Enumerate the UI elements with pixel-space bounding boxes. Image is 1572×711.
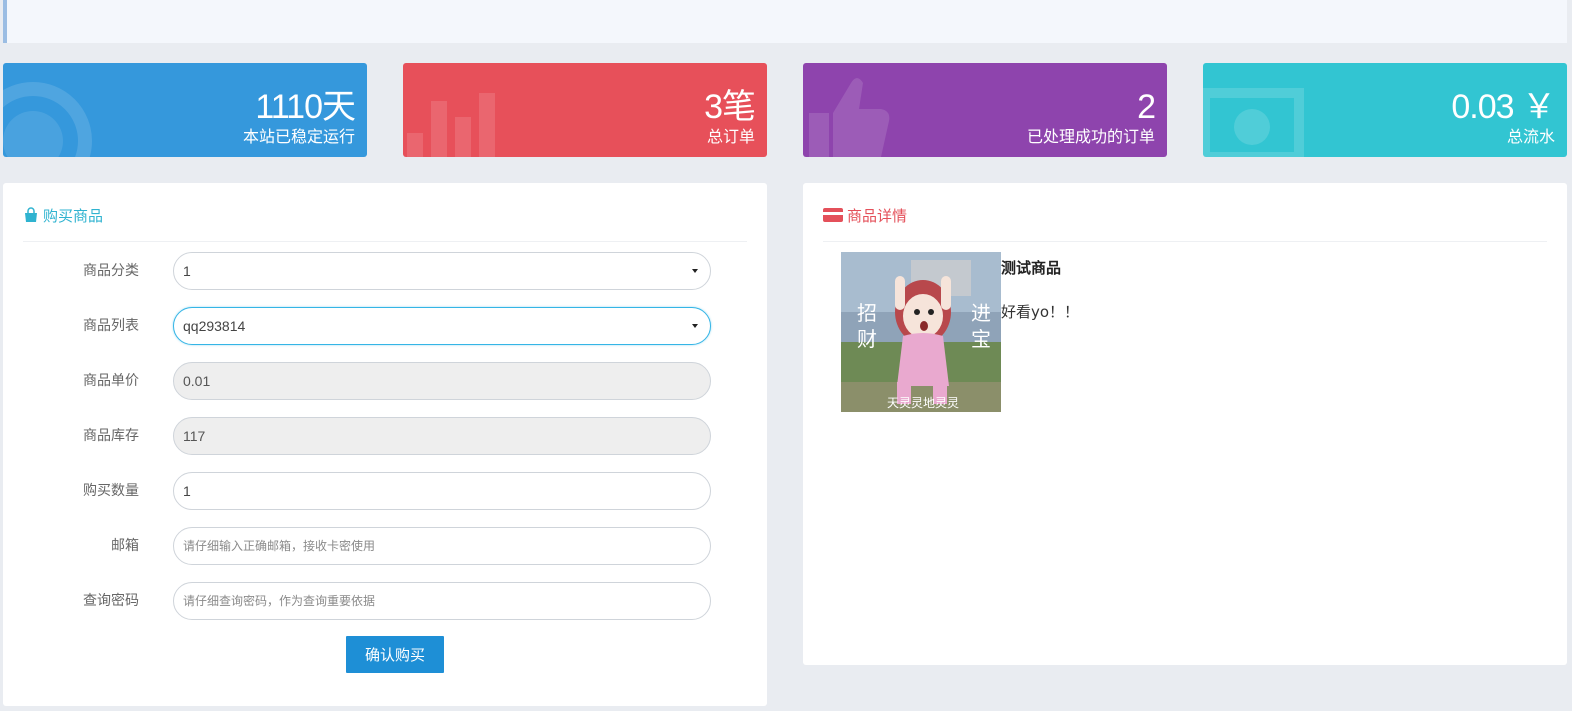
stat-value: 0.03 ￥ — [1451, 88, 1556, 126]
product-name: 测试商品 — [1001, 259, 1062, 277]
stat-card-revenue: 0.03 ￥ 总流水 — [1203, 63, 1567, 157]
image-text-right-1: 进 — [971, 301, 991, 325]
category-label: 商品分类 — [83, 263, 139, 279]
password-input[interactable]: 请仔细查询密码，作为查询重要依据 — [173, 582, 711, 620]
category-select[interactable]: 1 — [173, 252, 711, 290]
credit-card-icon — [823, 208, 843, 222]
product-image: 招 财 进 宝 天灵灵地灵灵 — [841, 252, 1001, 412]
detail-panel: 商品详情 招 财 进 宝 天灵灵地灵灵 测试商品 好看yo！！ — [803, 183, 1567, 665]
image-text-left-1: 招 — [857, 301, 877, 325]
stat-value: 3笔 — [704, 88, 756, 126]
stat-value: 1110天 — [255, 88, 356, 126]
thumbs-up-icon — [809, 78, 890, 157]
stat-label: 总流水 — [1506, 127, 1555, 146]
form-row-price: 商品单价 0.01 — [3, 362, 767, 400]
product-select[interactable]: qq293814 — [173, 307, 711, 345]
caret-down-icon — [692, 324, 698, 328]
detail-panel-title-text: 商品详情 — [847, 206, 908, 225]
confirm-purchase-button[interactable]: 确认购买 — [346, 636, 444, 673]
circle-icon — [3, 82, 92, 157]
stock-field: 117 — [173, 417, 711, 455]
form-row-stock: 商品库存 117 — [3, 417, 767, 455]
email-label: 邮箱 — [111, 538, 139, 554]
divider — [23, 241, 747, 242]
buy-panel-title-text: 购买商品 — [43, 206, 104, 225]
product-label: 商品列表 — [83, 318, 139, 334]
image-text-left-2: 财 — [857, 327, 877, 351]
stat-label: 已处理成功的订单 — [1026, 127, 1155, 146]
detail-panel-title: 商品详情 — [823, 203, 907, 227]
bar-chart-icon — [407, 93, 495, 157]
form-row-password: 查询密码 请仔细查询密码，作为查询重要依据 — [3, 582, 767, 620]
buy-panel-title: 购买商品 — [23, 203, 103, 227]
product-select-value: qq293814 — [183, 318, 246, 334]
stat-card-orders: 3笔 总订单 — [403, 63, 767, 157]
stat-card-success: 2 已处理成功的订单 — [803, 63, 1167, 157]
buy-panel: 购买商品 商品分类 1 商品列表 qq293814 商品单价 0.01 商品库存… — [3, 183, 767, 706]
price-label: 商品单价 — [83, 373, 139, 389]
stat-value: 2 — [1137, 88, 1156, 126]
quantity-label: 购买数量 — [83, 483, 139, 499]
shopping-bag-icon — [25, 207, 37, 222]
stat-label: 本站已稳定运行 — [242, 127, 355, 146]
form-row-product: 商品列表 qq293814 — [3, 307, 767, 345]
form-row-quantity: 购买数量 1 — [3, 472, 767, 510]
password-label: 查询密码 — [83, 593, 139, 609]
money-icon — [1203, 88, 1304, 157]
divider — [823, 241, 1547, 242]
email-input[interactable]: 请仔细输入正确邮箱，接收卡密使用 — [173, 527, 711, 565]
image-text-bottom: 天灵灵地灵灵 — [887, 396, 959, 410]
stat-label: 总订单 — [706, 127, 755, 146]
image-text-right-2: 宝 — [971, 327, 991, 351]
category-select-value: 1 — [183, 263, 191, 279]
form-row-category: 商品分类 1 — [3, 252, 767, 290]
product-description: 好看yo！！ — [1001, 303, 1080, 321]
caret-down-icon — [692, 269, 698, 273]
stat-card-uptime: 1110天 本站已稳定运行 — [3, 63, 367, 157]
quantity-input[interactable]: 1 — [173, 472, 711, 510]
stock-label: 商品库存 — [83, 428, 139, 444]
top-banner — [3, 0, 1567, 43]
form-row-email: 邮箱 请仔细输入正确邮箱，接收卡密使用 — [3, 527, 767, 565]
price-field: 0.01 — [173, 362, 711, 400]
